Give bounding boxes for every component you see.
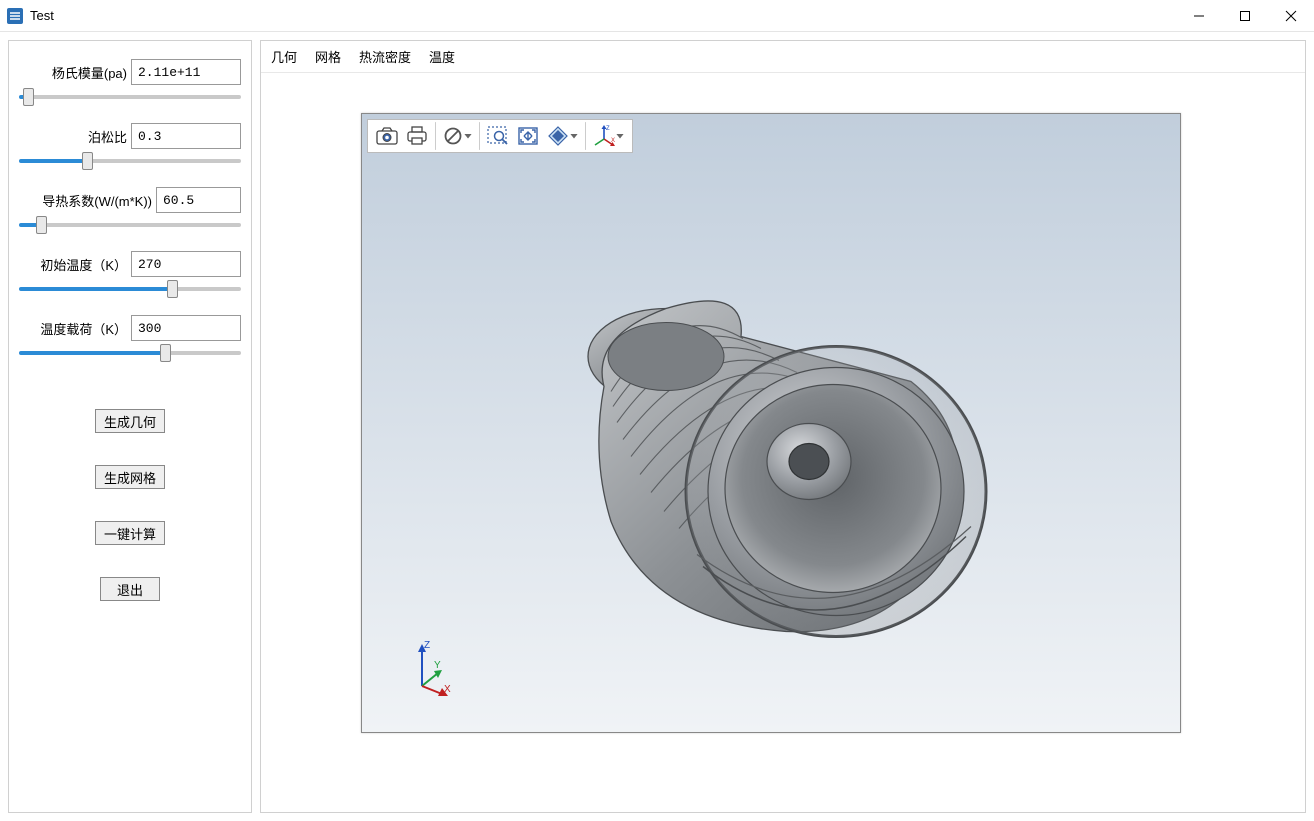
content-area: 杨氏模量(pa) 泊松比 导热系数(W/(m*K)) 初始温度（K） <box>0 32 1314 821</box>
main-panel: 几何 网格 热流密度 温度 <box>260 40 1306 813</box>
param-initial-temperature: 初始温度（K） <box>19 251 241 291</box>
tab-geometry[interactable]: 几何 <box>271 47 297 66</box>
slider-thermal-conductivity[interactable] <box>19 223 241 227</box>
print-icon[interactable] <box>402 122 432 150</box>
axis-triad: Z Y X <box>404 638 464 698</box>
window-title: Test <box>30 8 54 23</box>
camera-icon[interactable] <box>372 122 402 150</box>
label-temperature-load: 温度载荷（K） <box>40 319 127 338</box>
app-icon <box>6 7 24 25</box>
input-initial-temperature[interactable] <box>131 251 241 277</box>
axis-x-label: X <box>444 684 451 695</box>
param-thermal-conductivity: 导热系数(W/(m*K)) <box>19 187 241 227</box>
exit-button[interactable]: 退出 <box>100 577 160 601</box>
label-poisson-ratio: 泊松比 <box>88 127 127 146</box>
param-temperature-load: 温度载荷（K） <box>19 315 241 355</box>
slider-initial-temperature[interactable] <box>19 287 241 291</box>
generate-mesh-button[interactable]: 生成网格 <box>95 465 165 489</box>
label-initial-temperature: 初始温度（K） <box>40 255 127 274</box>
viewport-toolbar: Z X <box>367 119 633 153</box>
minimize-button[interactable] <box>1176 0 1222 31</box>
action-buttons: 生成几何 生成网格 一键计算 退出 <box>19 409 241 601</box>
axes-icon[interactable]: Z X <box>589 122 628 150</box>
label-thermal-conductivity: 导热系数(W/(m*K)) <box>42 191 152 210</box>
tab-bar: 几何 网格 热流密度 温度 <box>261 41 1305 73</box>
tab-mesh[interactable]: 网格 <box>315 47 341 66</box>
tab-heat-flux[interactable]: 热流密度 <box>359 47 411 66</box>
title-bar: Test <box>0 0 1314 32</box>
one-click-compute-button[interactable]: 一键计算 <box>95 521 165 545</box>
axis-y-label: Y <box>434 660 441 671</box>
input-temperature-load[interactable] <box>131 315 241 341</box>
svg-text:X: X <box>611 138 615 144</box>
toolbar-separator <box>479 122 480 150</box>
viewport-container: Z X <box>261 73 1305 812</box>
svg-text:Z: Z <box>606 126 610 132</box>
viewport-3d[interactable]: Z X <box>361 113 1181 733</box>
rotate-icon[interactable] <box>543 122 582 150</box>
input-poisson-ratio[interactable] <box>131 123 241 149</box>
slider-poisson-ratio[interactable] <box>19 159 241 163</box>
param-youngs-modulus: 杨氏模量(pa) <box>19 59 241 99</box>
label-youngs-modulus: 杨氏模量(pa) <box>52 63 127 82</box>
toolbar-separator <box>585 122 586 150</box>
axis-z-label: Z <box>424 640 430 651</box>
sidebar-panel: 杨氏模量(pa) 泊松比 导热系数(W/(m*K)) 初始温度（K） <box>8 40 252 813</box>
fit-view-icon[interactable] <box>513 122 543 150</box>
tab-temperature[interactable]: 温度 <box>429 47 455 66</box>
maximize-button[interactable] <box>1222 0 1268 31</box>
slider-youngs-modulus[interactable] <box>19 95 241 99</box>
toolbar-separator <box>435 122 436 150</box>
window-controls <box>1176 0 1314 31</box>
generate-geometry-button[interactable]: 生成几何 <box>95 409 165 433</box>
forbid-icon[interactable] <box>439 122 476 150</box>
slider-temperature-load[interactable] <box>19 351 241 355</box>
model-geometry <box>551 236 991 659</box>
input-thermal-conductivity[interactable] <box>156 187 241 213</box>
param-poisson-ratio: 泊松比 <box>19 123 241 163</box>
input-youngs-modulus[interactable] <box>131 59 241 85</box>
zoom-area-icon[interactable] <box>483 122 513 150</box>
close-button[interactable] <box>1268 0 1314 31</box>
